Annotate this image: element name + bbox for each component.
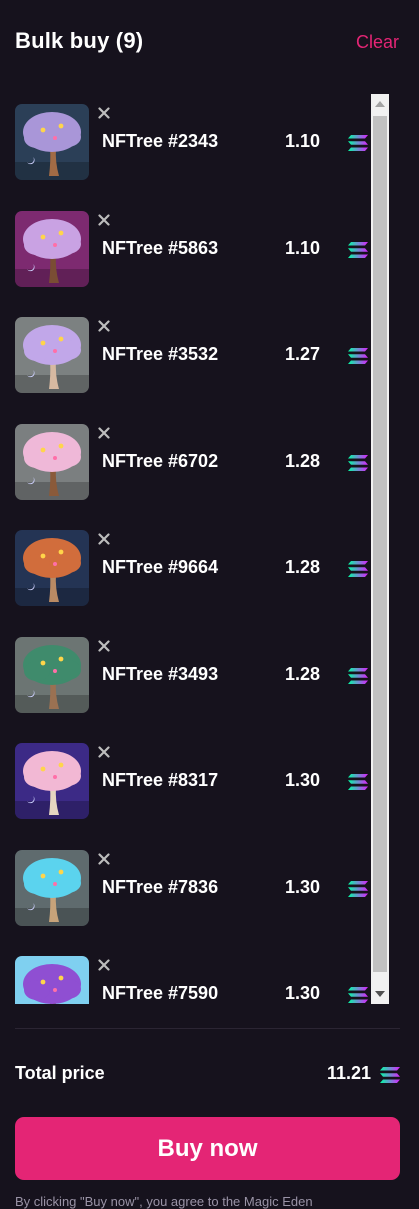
nft-thumbnail[interactable] bbox=[15, 317, 113, 393]
nft-name: NFTree #7836 bbox=[102, 876, 219, 897]
list-scrollbar[interactable] bbox=[371, 94, 389, 1004]
nft-thumbnail[interactable] bbox=[15, 104, 113, 180]
nft-name: NFTree #6702 bbox=[102, 450, 219, 471]
solana-icon bbox=[348, 348, 368, 364]
total-price-label: Total price bbox=[15, 1063, 105, 1083]
bulk-buy-item: NFTree #7836 1.30 bbox=[0, 840, 370, 946]
nft-name: NFTree #8317 bbox=[102, 770, 219, 790]
nft-name: NFTree #5863 bbox=[102, 237, 219, 258]
bulk-buy-item: NFTree #6702 1.28 bbox=[0, 414, 370, 520]
nft-thumbnail[interactable] bbox=[15, 849, 113, 926]
tree-image bbox=[15, 423, 89, 500]
nft-thumbnail[interactable] bbox=[15, 530, 113, 606]
nft-price: 1.28 bbox=[284, 663, 320, 684]
solana-icon bbox=[348, 987, 368, 1003]
scroll-up-arrow[interactable] bbox=[371, 94, 389, 114]
bulk-buy-item: NFTree #3532 1.27 bbox=[0, 307, 370, 413]
tree-image bbox=[15, 530, 89, 606]
bulk-buy-item: NFTree #9664 1.28 bbox=[0, 520, 370, 626]
tree-image bbox=[15, 104, 89, 180]
tree-image bbox=[15, 317, 89, 393]
scroll-down-arrow[interactable] bbox=[371, 984, 389, 1004]
nft-price: 1.28 bbox=[284, 450, 320, 471]
remove-item-button[interactable] bbox=[95, 956, 113, 974]
remove-item-button[interactable] bbox=[95, 743, 113, 761]
close-icon bbox=[98, 639, 110, 652]
bulk-buy-item: NFTree #8317 1.30 bbox=[0, 733, 370, 839]
nft-price: 1.27 bbox=[284, 344, 320, 364]
close-icon bbox=[98, 746, 110, 758]
bulk-buy-item: NFTree #5863 1.10 bbox=[0, 201, 370, 307]
terms-note: By clicking "Buy now", you agree to the … bbox=[15, 1194, 313, 1209]
solana-icon bbox=[348, 454, 368, 471]
solana-icon bbox=[348, 561, 368, 577]
nft-thumbnail[interactable] bbox=[15, 743, 113, 819]
bulk-buy-item: NFTree #2343 1.10 bbox=[0, 94, 370, 200]
bulk-buy-header: Bulk buy (9) Clear bbox=[0, 0, 419, 80]
solana-icon bbox=[348, 135, 368, 151]
nft-price: 1.30 bbox=[284, 983, 320, 1003]
remove-item-button[interactable] bbox=[95, 210, 113, 229]
nft-thumbnail[interactable] bbox=[15, 956, 113, 1004]
bulk-buy-item: NFTree #3493 1.28 bbox=[0, 627, 370, 733]
remove-item-button[interactable] bbox=[95, 530, 113, 548]
close-icon bbox=[98, 533, 110, 545]
bulk-buy-list[interactable]: NFTree #2343 1.10 NFTree #5863 1.10 NFTr… bbox=[0, 94, 370, 1004]
tree-image bbox=[15, 210, 89, 287]
remove-item-button[interactable] bbox=[95, 317, 113, 335]
remove-item-button[interactable] bbox=[95, 423, 113, 442]
solana-icon bbox=[348, 241, 368, 258]
tree-image bbox=[15, 956, 89, 1004]
solana-icon bbox=[348, 774, 368, 790]
clear-button[interactable]: Clear bbox=[356, 32, 399, 53]
nft-price: 1.10 bbox=[284, 131, 320, 151]
nft-name: NFTree #9664 bbox=[102, 557, 219, 577]
nft-name: NFTree #7590 bbox=[102, 983, 219, 1003]
tree-image bbox=[15, 636, 89, 713]
solana-icon bbox=[380, 1067, 400, 1083]
buy-now-button[interactable]: Buy now bbox=[15, 1117, 400, 1180]
tree-image bbox=[15, 743, 89, 819]
solana-icon bbox=[348, 667, 368, 684]
remove-item-button[interactable] bbox=[95, 104, 113, 122]
solana-icon bbox=[348, 880, 368, 897]
nft-name: NFTree #2343 bbox=[102, 131, 219, 151]
close-icon bbox=[98, 426, 110, 439]
close-icon bbox=[98, 852, 110, 865]
nft-thumbnail[interactable] bbox=[15, 210, 113, 287]
close-icon bbox=[98, 107, 110, 119]
scrollbar-thumb[interactable] bbox=[373, 116, 387, 972]
triangle-down-icon bbox=[375, 991, 385, 997]
nft-price: 1.30 bbox=[284, 770, 320, 790]
nft-price: 1.10 bbox=[284, 237, 320, 258]
tree-image bbox=[15, 849, 89, 926]
bulk-buy-title: Bulk buy (9) bbox=[15, 28, 144, 53]
nft-thumbnail[interactable] bbox=[15, 423, 113, 500]
divider bbox=[15, 1028, 400, 1029]
bulk-buy-item: NFTree #7590 1.30 bbox=[0, 946, 370, 1004]
close-icon bbox=[98, 959, 110, 971]
nft-name: NFTree #3532 bbox=[102, 344, 219, 364]
close-icon bbox=[98, 213, 110, 226]
nft-price: 1.28 bbox=[284, 557, 320, 577]
close-icon bbox=[98, 320, 110, 332]
remove-item-button[interactable] bbox=[95, 849, 113, 868]
remove-item-button[interactable] bbox=[95, 636, 113, 655]
triangle-up-icon bbox=[375, 101, 385, 107]
nft-name: NFTree #3493 bbox=[102, 663, 219, 684]
total-price-value: 11.21 bbox=[326, 1063, 371, 1083]
nft-thumbnail[interactable] bbox=[15, 636, 113, 713]
nft-price: 1.30 bbox=[284, 876, 320, 897]
